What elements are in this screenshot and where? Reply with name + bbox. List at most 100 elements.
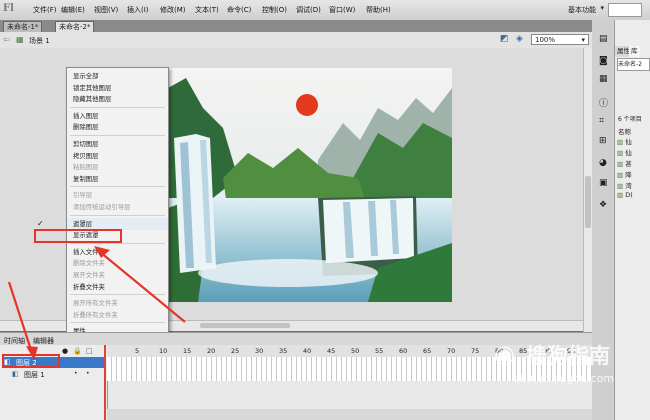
menu-item-label: 粘贴图层: [73, 163, 99, 172]
context-menu-item[interactable]: 显示全部: [67, 70, 168, 82]
menu-item[interactable]: 插入(I): [127, 5, 149, 15]
zoom-select[interactable]: 100% ▾: [531, 34, 589, 45]
menu-item[interactable]: 视图(V): [94, 5, 118, 15]
menu-item-label: 插入文件夹: [73, 247, 105, 256]
context-menu-item: 删除文件夹: [67, 257, 168, 269]
frame-number: 60: [399, 347, 408, 355]
library-column-header: 名称: [618, 128, 631, 136]
context-menu-item[interactable]: 剪切图层: [67, 138, 168, 150]
context-menu-item: 添加传统运动引导层: [67, 201, 168, 213]
lock-icon[interactable]: 🔒: [73, 347, 82, 355]
eye-icon[interactable]: ●: [62, 347, 68, 355]
context-menu-item: 折叠所有文件夹: [67, 309, 168, 321]
context-menu-item[interactable]: 隐藏其他图层: [67, 93, 168, 105]
edit-scene-icon[interactable]: ◩: [500, 34, 509, 44]
check-icon: ✓: [37, 218, 44, 228]
scroll-thumb[interactable]: [585, 176, 591, 228]
menu-item-label: 显示全部: [73, 72, 99, 80]
menu-item[interactable]: 编辑(E): [61, 5, 85, 15]
context-menu-item[interactable]: 复制图层: [67, 173, 168, 185]
swatches-icon[interactable]: ▣: [599, 178, 608, 188]
context-menu-item[interactable]: ✓ 遮罩层: [37, 217, 168, 230]
menu-item[interactable]: 帮助(H): [366, 5, 391, 15]
info-icon[interactable]: ⓘ: [599, 96, 608, 109]
context-menu-item[interactable]: 锁定其他图层: [67, 82, 168, 94]
layer-row[interactable]: 图层 1 ◧ • •: [2, 369, 106, 380]
properties-icon[interactable]: ▤: [599, 34, 608, 44]
library-item[interactable]: ▨ 仙: [617, 136, 632, 146]
library-item-label: 仙: [625, 149, 632, 157]
menu-item[interactable]: 修改(M): [160, 5, 186, 15]
scroll-thumb[interactable]: [200, 323, 290, 328]
edit-symbol-icon[interactable]: ◈: [516, 34, 523, 44]
menu-item[interactable]: 文本(T): [195, 5, 219, 15]
menu-item-label: 剪切图层: [73, 140, 99, 148]
menu-item-label: 引导层: [73, 191, 93, 200]
menu-item[interactable]: 命令(C): [227, 5, 251, 15]
library-item[interactable]: ▨ D(: [617, 191, 633, 199]
menu-item-label: 折叠所有文件夹: [73, 310, 118, 319]
menu-separator: [70, 294, 165, 296]
document-select[interactable]: 未命名-2: [617, 58, 650, 71]
menu-separator: [70, 322, 165, 324]
menu-item[interactable]: 文件(F): [33, 5, 57, 15]
menu-separator: [70, 135, 165, 136]
chevron-down-icon: ▾: [581, 36, 585, 44]
menu-item-label: 遮罩层: [73, 219, 93, 228]
library-item[interactable]: ▨ 甚: [617, 158, 632, 168]
landscape-image: [168, 68, 452, 302]
frame-number: 65: [423, 347, 432, 355]
context-menu-item[interactable]: 拷贝图层: [67, 150, 168, 162]
frame-number: 15: [183, 347, 192, 355]
stage-image[interactable]: [168, 68, 452, 302]
timeline-controls: [107, 409, 592, 420]
library-item[interactable]: ▨ 湾: [617, 180, 632, 190]
grid-icon[interactable]: ▦: [599, 74, 608, 84]
tab-library[interactable]: 库: [629, 46, 640, 57]
bitmap-icon: ▨: [617, 138, 626, 146]
context-menu-item[interactable]: 折叠文件夹: [67, 281, 168, 293]
layer-icon: ◧: [12, 370, 19, 378]
scene-label: 场景 1: [29, 37, 50, 45]
playhead[interactable]: [104, 345, 106, 420]
search-input[interactable]: [608, 3, 642, 17]
menu-item-label: 删除文件夹: [73, 259, 105, 268]
context-menu-item[interactable]: 插入图层: [67, 110, 168, 122]
chevron-down-icon[interactable]: ▾: [600, 4, 604, 12]
frame-number: 10: [159, 347, 168, 355]
components-icon[interactable]: ❖: [599, 200, 607, 210]
library-item-label: 湾: [625, 182, 632, 190]
camera-icon[interactable]: ◙: [599, 56, 608, 66]
watermark-title: 搜狗指南: [526, 344, 610, 368]
frame-number: 5: [135, 347, 140, 355]
library-item[interactable]: ▨ 降: [617, 169, 632, 179]
context-menu-item[interactable]: 插入文件夹: [67, 246, 168, 258]
align-icon[interactable]: ⊞: [599, 136, 607, 146]
menu-item-label: 展开文件夹: [73, 271, 105, 279]
context-menu-item: 展开所有文件夹: [67, 297, 168, 309]
scene-icon: ▦: [16, 35, 24, 44]
menu-item[interactable]: 控制(O): [262, 5, 287, 15]
context-menu-item[interactable]: 删除图层: [67, 121, 168, 133]
frame-number: 75: [471, 347, 480, 355]
outline-icon[interactable]: □: [86, 347, 93, 355]
workspace-switcher[interactable]: 基本功能: [568, 5, 596, 15]
color-icon[interactable]: ◕: [599, 158, 607, 168]
frame-number: 30: [255, 347, 264, 355]
menu-item-label: 复制图层: [73, 174, 99, 183]
lock-dot[interactable]: •: [86, 370, 90, 377]
document-name: 未命名-2: [618, 61, 642, 68]
app-logo: Fl: [3, 3, 14, 14]
back-arrow-icon[interactable]: ⇦: [3, 35, 10, 44]
frame-number: 40: [303, 347, 312, 355]
library-item[interactable]: ▨ 仙: [617, 147, 632, 157]
menu-item-label: 隐藏其他图层: [73, 95, 112, 104]
library-item-label: 甚: [625, 160, 632, 168]
frame-number: 55: [375, 347, 384, 355]
menu-item-label: 删除图层: [73, 123, 99, 132]
menu-item[interactable]: 窗口(W): [329, 5, 355, 15]
watermark-logo-icon: ◉: [494, 340, 515, 368]
menu-item[interactable]: 调试(D): [296, 5, 321, 15]
visibility-dot[interactable]: •: [74, 370, 78, 377]
transform-icon[interactable]: ⌗: [599, 116, 604, 126]
